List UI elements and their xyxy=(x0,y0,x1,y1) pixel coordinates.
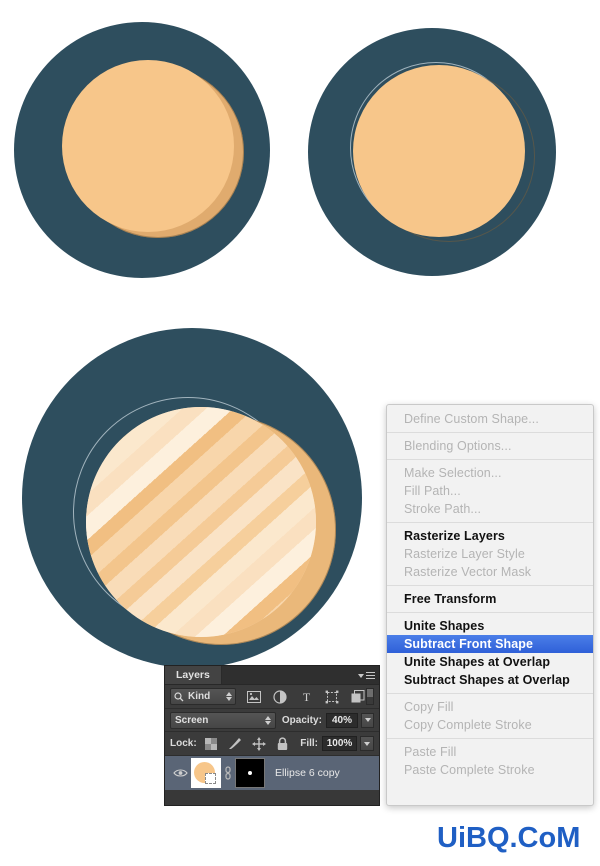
menu-item-fill-path[interactable]: Fill Path... xyxy=(387,482,593,500)
filter-enable-toggle[interactable] xyxy=(365,688,374,705)
menu-item-paste-complete-stroke[interactable]: Paste Complete Stroke xyxy=(387,761,593,779)
eye-icon xyxy=(172,769,188,777)
adjustment-layer-filter-icon[interactable] xyxy=(273,689,288,704)
menu-item-subtract-shapes-at-overlap[interactable]: Subtract Shapes at Overlap xyxy=(387,671,593,689)
lock-image-pixels-icon[interactable] xyxy=(228,737,242,751)
blend-mode-row: Screen Opacity: 40% xyxy=(165,709,379,732)
menu-item-blending-options[interactable]: Blending Options... xyxy=(387,437,593,455)
thumbnail-vector-path-box xyxy=(205,773,216,784)
fill-dropdown-arrow[interactable] xyxy=(360,736,374,751)
menu-separator xyxy=(387,585,593,586)
chevron-down-icon xyxy=(358,673,364,678)
opacity-dropdown-arrow[interactable] xyxy=(361,712,374,728)
blend-mode-select[interactable]: Screen xyxy=(170,711,276,729)
screenshot-canvas: Define Custom Shape... Blending Options.… xyxy=(0,0,600,866)
menu-item-define-custom-shape[interactable]: Define Custom Shape... xyxy=(387,410,593,428)
blend-mode-value: Screen xyxy=(175,714,209,726)
layer-thumbnail[interactable] xyxy=(191,758,221,788)
svg-text:T: T xyxy=(303,690,311,703)
menu-separator xyxy=(387,522,593,523)
menu-separator xyxy=(387,432,593,433)
menu-item-stroke-path[interactable]: Stroke Path... xyxy=(387,500,593,518)
lock-transparent-pixels-icon[interactable] xyxy=(204,737,218,751)
fill-value[interactable]: 100% xyxy=(322,736,357,751)
lock-icon-group xyxy=(204,736,290,751)
filter-type-icons: T xyxy=(247,689,366,704)
filter-kind-select[interactable]: Kind xyxy=(170,688,236,705)
menu-item-make-selection[interactable]: Make Selection... xyxy=(387,464,593,482)
figure-step-1-offset-circle xyxy=(14,22,270,278)
menu-item-rasterize-layer-style[interactable]: Rasterize Layer Style xyxy=(387,545,593,563)
menu-separator xyxy=(387,459,593,460)
pixel-layer-filter-icon[interactable] xyxy=(247,689,262,704)
opacity-label: Opacity: xyxy=(281,714,322,726)
menu-item-free-transform[interactable]: Free Transform xyxy=(387,590,593,608)
panel-menu-icon[interactable] xyxy=(358,670,375,681)
fill-label: Fill: xyxy=(300,738,318,749)
layer-mask-thumbnail[interactable] xyxy=(235,758,265,788)
tab-bar-empty xyxy=(221,666,379,684)
menu-item-copy-complete-stroke[interactable]: Copy Complete Stroke xyxy=(387,716,593,734)
tab-layers-label: Layers xyxy=(176,669,210,681)
layer-mask-link-icon[interactable] xyxy=(223,766,233,780)
layer-filter-row: Kind T xyxy=(165,685,379,709)
lock-label: Lock: xyxy=(170,738,197,749)
figure-step-2-ghost-ring-circle xyxy=(308,28,556,276)
filter-kind-label: Kind xyxy=(188,691,211,702)
lock-row: Lock: Fill: 100% xyxy=(165,732,379,756)
menu-item-rasterize-vector-mask[interactable]: Rasterize Vector Mask xyxy=(387,563,593,581)
lock-position-icon[interactable] xyxy=(251,736,266,751)
layer-name-label[interactable]: Ellipse 6 copy xyxy=(275,767,340,779)
type-layer-filter-icon[interactable]: T xyxy=(299,689,314,704)
layer-visibility-toggle[interactable] xyxy=(169,768,191,778)
layer-row[interactable]: Ellipse 6 copy xyxy=(165,756,379,790)
panel-tab-bar: Layers xyxy=(165,666,379,685)
striped-sphere xyxy=(86,407,316,637)
opacity-value[interactable]: 40% xyxy=(325,712,359,728)
menu-item-subtract-front-shape[interactable]: Subtract Front Shape xyxy=(387,635,593,653)
stripe-pattern xyxy=(86,407,316,637)
peach-main-disc xyxy=(353,65,525,237)
site-watermark: UiBQ.CoM xyxy=(437,822,581,854)
menu-separator xyxy=(387,612,593,613)
figure-step-3-striped-sphere xyxy=(22,328,362,668)
menu-item-copy-fill[interactable]: Copy Fill xyxy=(387,698,593,716)
menu-item-unite-shapes[interactable]: Unite Shapes xyxy=(387,617,593,635)
tab-layers[interactable]: Layers xyxy=(165,666,222,684)
blend-mode-stepper[interactable] xyxy=(264,715,271,725)
shape-layer-filter-icon[interactable] xyxy=(325,689,340,704)
menu-item-paste-fill[interactable]: Paste Fill xyxy=(387,743,593,761)
smart-object-filter-icon[interactable] xyxy=(351,689,366,704)
menu-item-unite-shapes-at-overlap[interactable]: Unite Shapes at Overlap xyxy=(387,653,593,671)
filter-kind-stepper[interactable] xyxy=(225,692,232,701)
hamburger-icon xyxy=(366,671,375,680)
shape-layer-context-menu[interactable]: Define Custom Shape... Blending Options.… xyxy=(386,404,594,806)
search-icon xyxy=(174,691,184,701)
menu-separator xyxy=(387,738,593,739)
peach-main-disc xyxy=(62,60,234,232)
lock-all-icon[interactable] xyxy=(276,736,290,751)
menu-separator xyxy=(387,693,593,694)
menu-item-rasterize-layers[interactable]: Rasterize Layers xyxy=(387,527,593,545)
layers-panel[interactable]: Layers Kind T Screen Opacity: 40% Lock: … xyxy=(164,665,380,806)
